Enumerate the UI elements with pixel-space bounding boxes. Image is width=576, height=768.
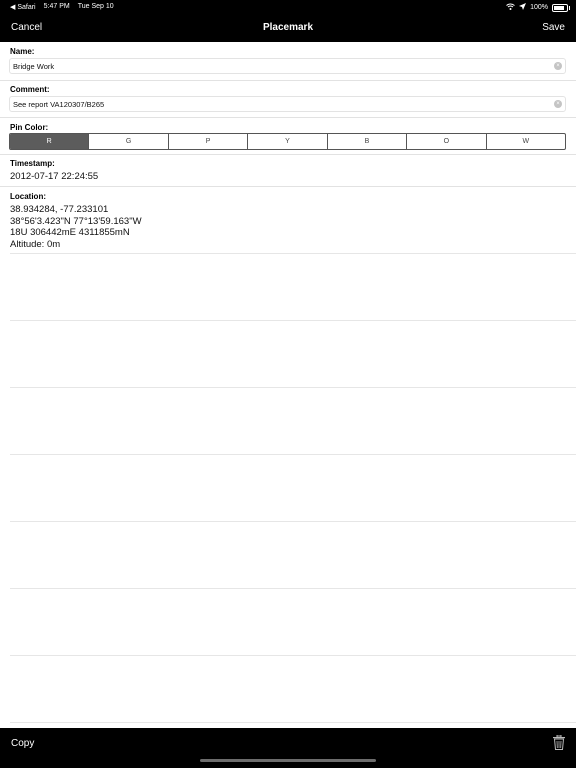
name-field[interactable]: × bbox=[9, 58, 566, 74]
row-divider bbox=[10, 320, 576, 321]
name-input[interactable] bbox=[13, 60, 543, 72]
row-divider bbox=[10, 722, 576, 723]
pin-color-segment-y[interactable]: Y bbox=[247, 134, 326, 149]
battery-percent: 100% bbox=[530, 4, 548, 11]
back-to-app-link[interactable]: ◀ Safari bbox=[10, 3, 36, 11]
timestamp-value: 2012-07-17 22:24:55 bbox=[10, 171, 99, 182]
location-label: Location: bbox=[10, 192, 46, 201]
navigation-bar: Cancel Placemark Save bbox=[0, 14, 576, 42]
location-altitude: Altitude: 0m bbox=[10, 238, 61, 250]
divider bbox=[0, 186, 576, 187]
row-divider bbox=[10, 387, 576, 388]
location-utm: 18U 306442mE 4311855mN bbox=[10, 227, 130, 238]
location-decimal: 38.934284, -77.233101 bbox=[10, 204, 109, 215]
page-title: Placemark bbox=[262, 22, 314, 33]
status-time: 5:47 PM bbox=[43, 3, 70, 10]
pin-color-segment-p[interactable]: P bbox=[167, 134, 247, 149]
copy-button[interactable]: Copy bbox=[11, 738, 34, 749]
status-bar: ◀ Safari 5:47 PM Tue Sep 10 100% bbox=[0, 0, 576, 14]
wifi-icon bbox=[506, 3, 515, 12]
timestamp-label: Timestamp: bbox=[10, 159, 55, 168]
pin-color-segment-o[interactable]: O bbox=[406, 134, 485, 149]
bottom-toolbar: Copy bbox=[0, 728, 576, 768]
divider bbox=[0, 154, 576, 155]
divider bbox=[0, 80, 576, 81]
trash-icon[interactable] bbox=[553, 734, 565, 750]
location-dms: 38°56'3.423"N 77°13'59.163"W bbox=[10, 215, 142, 227]
comment-field[interactable]: × bbox=[9, 96, 566, 112]
row-divider bbox=[10, 588, 576, 589]
divider bbox=[0, 117, 576, 118]
pin-color-segment-w[interactable]: W bbox=[485, 134, 565, 149]
home-indicator[interactable] bbox=[200, 759, 376, 762]
row-divider bbox=[10, 454, 576, 455]
location-arrow-icon bbox=[519, 3, 527, 12]
pin-color-segment-g[interactable]: G bbox=[88, 134, 167, 149]
pin-color-segmented-control[interactable]: RGPYBOW bbox=[9, 133, 566, 150]
status-date: Tue Sep 10 bbox=[77, 3, 114, 10]
battery-icon bbox=[552, 3, 570, 12]
row-divider bbox=[10, 655, 576, 656]
pin-color-segment-r[interactable]: R bbox=[10, 134, 89, 149]
name-label: Name: bbox=[10, 47, 35, 56]
save-button[interactable]: Save bbox=[542, 22, 565, 33]
name-clear-icon[interactable]: × bbox=[554, 62, 562, 70]
row-divider bbox=[10, 521, 576, 522]
pin-color-segment-b[interactable]: B bbox=[326, 134, 406, 149]
comment-label: Comment: bbox=[10, 85, 50, 94]
comment-input[interactable] bbox=[13, 98, 543, 110]
pin-color-label: Pin Color: bbox=[10, 123, 49, 132]
comment-clear-icon[interactable]: × bbox=[554, 100, 562, 108]
row-divider bbox=[10, 253, 576, 254]
location-value: 38.934284, -77.233101 38°56'3.423"N 77°1… bbox=[10, 204, 142, 250]
